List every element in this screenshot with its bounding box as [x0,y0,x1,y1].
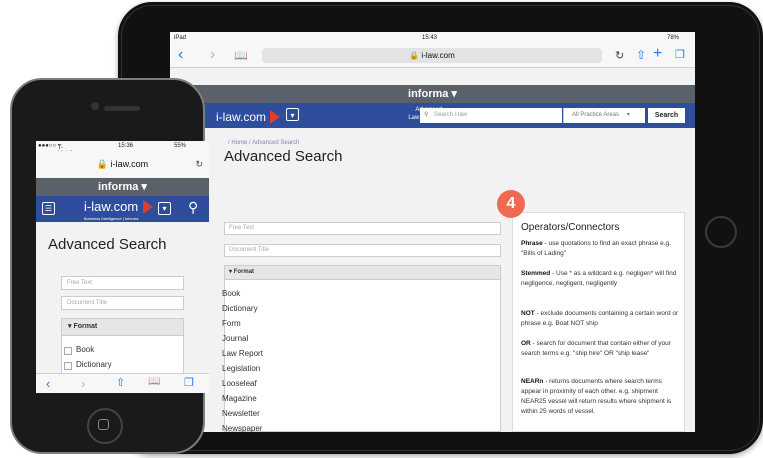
informa-bar[interactable]: informa ▾ [170,85,695,103]
logo-mark-icon [142,199,153,214]
operator-nearn: NEARn - returns documents where search t… [521,378,672,415]
address-bar[interactable]: 🔒 i-law.com [262,48,602,63]
chevron-down-icon: ▾ [68,323,72,330]
search-icon[interactable]: ⚲ [188,199,198,216]
home-square-icon [98,419,109,430]
operator-not: NOT - exclude documents containing a cer… [521,310,679,327]
safari-bottom-bar: ‹ › ⇧ 📖 ❐ [36,373,209,393]
new-tab-icon[interactable]: + [653,46,662,62]
status-carrier: ●●●○○ T-Mobile ≈ [38,143,75,157]
ipad-screen: iPad 15:43 78% ‹ › 📖 🔒 i-law.com ↻ ⇧ + ❐… [170,32,695,432]
iphone-screen: ●●●○○ T-Mobile ≈ 15:36 55% 🔒 i-law.com ↻… [36,141,209,393]
format-list [61,336,184,376]
logo-mark-icon [270,109,281,124]
back-icon[interactable]: ‹ [46,376,50,391]
operators-panel: Operators/Connectors Phrase - use quotat… [512,212,685,432]
lock-icon: 🔒 [96,159,109,169]
status-device: iPad [174,35,187,41]
bookmarks-icon[interactable]: 📖 [234,48,248,64]
format-list [224,280,501,432]
status-time: 15:36 [118,143,134,149]
address-text: i-law.com [110,159,149,169]
ipad-home-button[interactable] [705,216,737,248]
ipad-status-bar: iPad 15:43 78% [170,32,695,44]
nav-dropdown-button[interactable]: ▾ [158,202,171,215]
address-text: i-law.com [421,51,455,60]
forward-icon[interactable]: › [81,376,85,391]
share-icon[interactable]: ⇧ [116,376,125,389]
menu-icon[interactable]: ☰ [42,202,55,215]
format-checkbox[interactable] [64,362,72,370]
chevron-down-icon: ▾ [229,269,233,275]
format-item[interactable]: Book [76,345,94,354]
document-title-field[interactable]: Document Title [61,296,184,310]
site-nav: ☰ i-law.com Business Intelligence | Info… [36,196,209,222]
safari-toolbar: ‹ › 📖 🔒 i-law.com ↻ ⇧ + ❐ [170,44,695,68]
format-header[interactable]: ▾ Format [224,265,501,280]
tabs-icon[interactable]: ❐ [675,47,685,63]
status-battery: 55% [174,143,187,149]
reload-icon[interactable]: ↻ [615,48,624,64]
format-item[interactable]: Dictionary [76,360,112,369]
format-item[interactable]: Legislation [222,364,260,373]
tabs-icon[interactable]: ❐ [184,376,194,389]
address-bar[interactable]: 🔒 i-law.com ↻ [36,151,209,177]
operator-stemmed: Stemmed - Use * as a wildcard e.g. negli… [521,270,677,287]
format-checkbox[interactable] [64,347,72,355]
status-battery: 78% [667,35,680,41]
format-item[interactable]: Looseleaf [222,379,257,388]
document-title-field[interactable]: Document Title [224,244,501,257]
format-header[interactable]: ▾ Format [61,318,184,336]
free-text-field[interactable]: Free Text [61,276,184,290]
operators-title: Operators/Connectors [521,222,620,233]
format-item[interactable]: Book [222,289,240,298]
format-item[interactable]: Journal [222,334,248,343]
format-item[interactable]: Newspaper [222,424,262,432]
page-title: Advanced Search [224,148,343,165]
nav-dropdown-button[interactable]: ▾ [286,108,299,121]
format-item[interactable]: Dictionary [222,304,258,313]
reload-icon[interactable]: ↻ [195,159,203,170]
iphone-status-bar: ●●●○○ T-Mobile ≈ 15:36 55% [36,141,209,157]
chevron-down-icon: ▾ [626,112,630,118]
format-item[interactable]: Magazine [222,394,257,403]
site-logo[interactable]: i-law.com [216,108,281,126]
front-camera [91,102,99,110]
format-item[interactable]: Newsletter [222,409,260,418]
bookmarks-icon[interactable]: 📖 [148,376,160,387]
page-title: Advanced Search [48,236,167,253]
operator-phrase: Phrase - use quotations to find an exact… [521,240,671,257]
format-item[interactable]: Form [222,319,241,328]
informa-bar[interactable]: informa ▾ [36,178,209,196]
informa-label: informa [408,88,449,100]
lock-icon: 🔒 [409,51,420,60]
search-icon: ⚲ [424,112,429,118]
search-input[interactable]: ⚲ Search i-law [420,108,562,123]
back-icon[interactable]: ‹ [178,47,183,63]
search-button[interactable]: Search [648,108,685,123]
step-number-badge: 4 [497,190,525,218]
free-text-field[interactable]: Free Text [224,222,501,235]
status-time: 15:43 [422,35,438,41]
site-logo[interactable]: i-law.com Business Intelligence | Inform… [84,198,153,221]
operator-or: OR - search for document that contain ei… [521,340,671,357]
site-nav: i-law.com ▾ Advanced Law Reports ⚲ Searc… [170,103,695,128]
format-item[interactable]: Law Report [222,349,263,358]
forward-icon[interactable]: › [210,47,215,63]
breadcrumb[interactable]: / Home / Advanced Search [228,140,299,146]
share-icon[interactable]: ⇧ [636,47,646,63]
practice-area-select[interactable]: All Practice Areas ▾ [563,108,645,123]
earpiece-speaker [104,106,140,111]
